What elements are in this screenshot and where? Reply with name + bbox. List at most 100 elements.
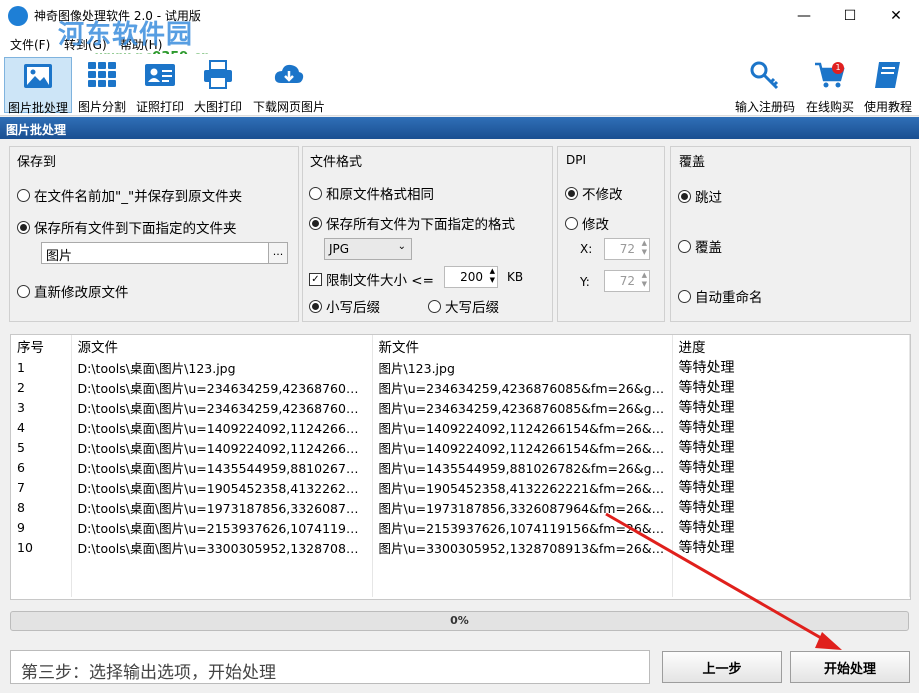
option-label: 直新修改原文件 <box>34 285 129 301</box>
radio-button[interactable] <box>17 188 30 202</box>
minimize-button[interactable]: — <box>781 0 827 32</box>
table-row[interactable]: 6 D:\tools\桌面\图片\u=1435544959,881026782..… <box>11 457 910 477</box>
format-select[interactable]: JPG ⌄ <box>324 238 412 260</box>
suffix-uppercase-option[interactable]: 大写后缀 <box>428 296 499 316</box>
progress-bar: 0% <box>10 611 909 631</box>
table-row[interactable] <box>11 557 910 577</box>
cell-target <box>372 557 673 577</box>
cell-index: 8 <box>11 497 72 517</box>
radio-button[interactable] <box>678 289 691 303</box>
dpi-x-stepper[interactable]: 72 ▲ ▼ <box>604 238 650 260</box>
radio-button[interactable] <box>309 299 322 313</box>
id-card-icon <box>145 64 175 86</box>
step-status-text: 第三步：选择输出选项，开始处理 <box>10 650 650 684</box>
spinner-arrows-icon[interactable]: ▲ ▼ <box>642 271 647 289</box>
radio-button[interactable] <box>17 220 30 234</box>
dpi-x-label: X: <box>580 242 593 256</box>
table-row[interactable]: 7 D:\tools\桌面\图片\u=1905452358,413226222..… <box>11 477 910 497</box>
dpi-y-stepper[interactable]: 72 ▲ ▼ <box>604 270 650 292</box>
cell-progress: 等特处理 <box>672 357 910 377</box>
radio-button[interactable] <box>17 284 30 298</box>
cell-target <box>372 577 673 597</box>
table-row[interactable]: 1 D:\tools\桌面\图片\123.jpg 图片\123.jpg 等特处理 <box>11 357 910 377</box>
cell-source: D:\tools\桌面\图片\u=234634259,4236876085... <box>71 377 373 397</box>
dpi-option-keep[interactable]: 不修改 <box>565 183 623 203</box>
save-option-overwrite-original[interactable]: 直新修改原文件 <box>17 281 129 301</box>
cell-source: D:\tools\桌面\图片\u=234634259,4236876085... <box>71 397 373 417</box>
overwrite-option-overwrite[interactable]: 覆盖 <box>678 236 722 256</box>
tool-enter-registration-code[interactable]: 输入注册码 <box>732 57 798 114</box>
cell-target: 图片\u=2153937626,1074119156&fm=26&gp=... <box>372 517 673 537</box>
save-option-folder[interactable]: 保存所有文件到下面指定的文件夹 <box>17 217 237 237</box>
dpi-panel <box>557 146 665 322</box>
radio-button[interactable] <box>428 299 441 313</box>
tool-download-web-images[interactable]: 下载网页图片 <box>250 57 328 114</box>
cell-progress: 等特处理 <box>672 457 910 477</box>
radio-button[interactable] <box>678 239 691 253</box>
tool-batch-image[interactable]: 图片批处理 <box>4 57 72 115</box>
column-header-target[interactable]: 新文件 <box>372 335 673 357</box>
limit-size-checkbox[interactable]: ✓ 限制文件大小 <= <box>309 269 434 289</box>
radio-button[interactable] <box>565 216 578 230</box>
tool-large-print[interactable]: 大图打印 <box>190 57 246 114</box>
tool-id-photo-print[interactable]: 证照打印 <box>132 57 188 114</box>
option-label: 自动重命名 <box>695 290 763 306</box>
tool-split-image[interactable]: 图片分割 <box>74 57 130 114</box>
tool-tutorial[interactable]: 使用教程 <box>860 57 916 114</box>
cell-index: 6 <box>11 457 72 477</box>
radio-button[interactable] <box>565 186 578 200</box>
table-row[interactable] <box>11 577 910 597</box>
overwrite-option-rename[interactable]: 自动重命名 <box>678 286 763 306</box>
cell-index: 3 <box>11 397 72 417</box>
cart-badge: 1 <box>832 62 844 74</box>
start-processing-button[interactable]: 开始处理 <box>790 651 910 683</box>
size-limit-unit: KB <box>507 270 524 284</box>
option-label: 不修改 <box>582 187 623 203</box>
overwrite-option-skip[interactable]: 跳过 <box>678 186 722 206</box>
spinner-arrows-icon[interactable]: ▲ ▼ <box>490 267 495 285</box>
cell-progress: 等特处理 <box>672 497 910 517</box>
table-row[interactable]: 3 D:\tools\桌面\图片\u=234634259,4236876085..… <box>11 397 910 417</box>
radio-button[interactable] <box>309 216 322 230</box>
close-button[interactable]: ✕ <box>873 0 919 32</box>
cell-progress: 等特处理 <box>672 417 910 437</box>
table-row[interactable]: 4 D:\tools\桌面\图片\u=1409224092,112426615..… <box>11 417 910 437</box>
cell-index: 2 <box>11 377 72 397</box>
browse-button[interactable]: ... <box>268 242 288 264</box>
tool-buy-online[interactable]: 在线购买 <box>802 57 858 114</box>
table-row[interactable]: 9 D:\tools\桌面\图片\u=2153937626,107411915..… <box>11 517 910 537</box>
format-option-specified[interactable]: 保存所有文件为下面指定的格式 <box>309 213 515 233</box>
spinner-arrows-icon[interactable]: ▲ ▼ <box>642 239 647 257</box>
size-limit-stepper[interactable]: 200 ▲ ▼ <box>444 266 498 288</box>
grid-icon <box>88 62 116 87</box>
maximize-button[interactable]: ☐ <box>827 0 873 32</box>
suffix-lowercase-option[interactable]: 小写后缀 <box>309 296 380 316</box>
cell-source: D:\tools\桌面\图片\u=1409224092,112426615... <box>71 437 373 457</box>
column-header-index[interactable]: 序号 <box>11 335 72 357</box>
menu-file[interactable]: 文件(F) <box>10 36 50 53</box>
app-logo-icon <box>8 6 28 26</box>
printer-icon <box>204 60 232 89</box>
dpi-option-modify[interactable]: 修改 <box>565 213 609 233</box>
cell-source: D:\tools\桌面\图片\u=3300305952,132870891... <box>71 537 373 557</box>
column-header-progress[interactable]: 进度 <box>672 335 910 357</box>
cell-source <box>71 557 373 577</box>
save-option-prefix[interactable]: 在文件名前加"_"并保存到原文件夹 <box>17 185 242 205</box>
table-row[interactable]: 8 D:\tools\桌面\图片\u=1973187856,332608796..… <box>11 497 910 517</box>
previous-step-button[interactable]: 上一步 <box>662 651 782 683</box>
tool-label: 证照打印 <box>135 100 184 114</box>
table-row[interactable]: 10 D:\tools\桌面\图片\u=3300305952,132870891.… <box>11 537 910 557</box>
table-row[interactable]: 2 D:\tools\桌面\图片\u=234634259,4236876085..… <box>11 377 910 397</box>
option-label: 大写后缀 <box>445 300 499 316</box>
column-header-source[interactable]: 源文件 <box>71 335 373 357</box>
checkbox[interactable]: ✓ <box>309 272 322 286</box>
table-row[interactable]: 5 D:\tools\桌面\图片\u=1409224092,112426615..… <box>11 437 910 457</box>
tool-label: 在线购买 <box>805 100 854 114</box>
cell-source: D:\tools\桌面\图片\u=1435544959,881026782... <box>71 457 373 477</box>
folder-input[interactable]: 图片 <box>41 242 269 264</box>
option-label: 在文件名前加"_"并保存到原文件夹 <box>34 189 243 205</box>
radio-button[interactable] <box>309 186 322 200</box>
format-option-same[interactable]: 和原文件格式相同 <box>309 183 434 203</box>
radio-button[interactable] <box>678 189 691 203</box>
file-table[interactable]: 序号 源文件 新文件 进度 1 D:\tools\桌面\图片\123.jpg 图片\… <box>10 334 911 600</box>
